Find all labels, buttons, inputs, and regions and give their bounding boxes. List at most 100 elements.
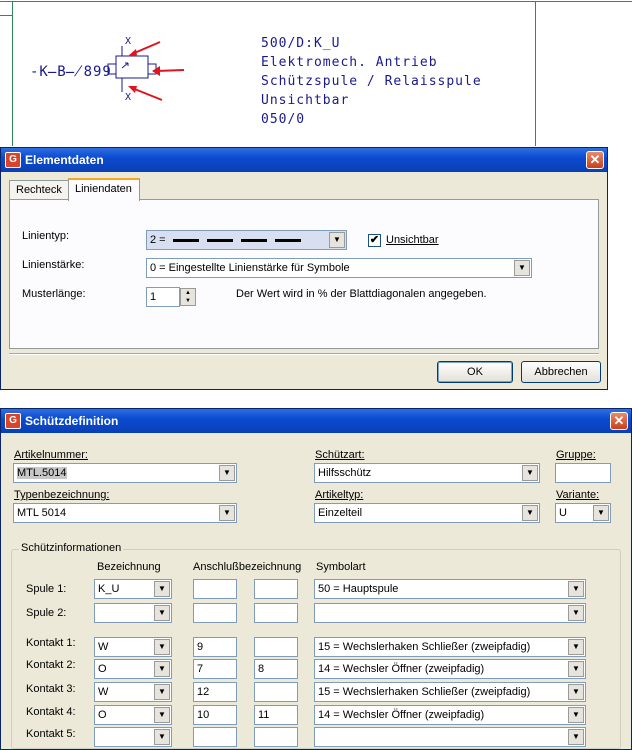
close-icon[interactable]: ✕ [610, 412, 628, 430]
artikeltyp-select[interactable]: Einzelteil ▼ [314, 503, 540, 523]
chevron-down-icon[interactable]: ▼ [522, 465, 538, 481]
linienstaerke-select[interactable]: 0 = Eingestellte Linienstärke für Symbol… [146, 258, 532, 278]
cad-grid-line [535, 1, 536, 146]
chevron-down-icon[interactable]: ▼ [568, 661, 584, 677]
schuetzdefinition-dialog: G Schützdefinition ✕ Artikelnummer: MTL.… [0, 408, 632, 750]
bezeichnung-select[interactable]: O ▼ [94, 659, 172, 679]
chevron-down-icon[interactable]: ▼ [568, 684, 584, 700]
liniendaten-panel: Linientyp: 2 = ▼ ✔ Unsichtbar Linienstär… [9, 199, 599, 349]
bezeichnung-select[interactable]: K_U ▼ [94, 579, 172, 599]
tab-liniendaten[interactable]: Liniendaten [68, 178, 140, 201]
chevron-down-icon[interactable]: ▼ [568, 707, 584, 723]
symbolart-select[interactable]: 15 = Wechslerhaken Schließer (zweipfadig… [314, 682, 586, 702]
dash-pattern [172, 234, 309, 246]
musterlaenge-spinner[interactable]: ▲ ▼ [180, 288, 196, 306]
anschluss-2-input[interactable]: 8 [254, 659, 298, 679]
chevron-down-icon[interactable]: ▼ [568, 581, 584, 597]
chevron-down-icon[interactable]: ▼ [514, 260, 530, 276]
chevron-down-icon[interactable]: ▼ [154, 605, 170, 621]
anschluss-1-input[interactable]: 10 [193, 705, 237, 725]
chevron-down-icon[interactable]: ▼ [154, 581, 170, 597]
anschluss-2-input[interactable]: 11 [254, 705, 298, 725]
bezeichnung-select[interactable]: ▼ [94, 603, 172, 623]
chevron-down-icon[interactable]: ▼ [154, 661, 170, 677]
linientyp-label: Linientyp: [22, 230, 70, 242]
anschluss-2-input[interactable] [254, 727, 298, 747]
anschluss-1-input[interactable]: 7 [193, 659, 237, 679]
dialog-title: Elementdaten [25, 153, 104, 167]
cad-info-line: 500/D:K_U [261, 36, 341, 51]
artikelnummer-select[interactable]: MTL.5014 ▼ [13, 463, 237, 483]
symbolart-select[interactable]: ▼ [314, 727, 586, 747]
chevron-down-icon[interactable]: ▼ [154, 684, 170, 700]
row-label: Kontakt 3: [26, 683, 76, 695]
chevron-down-icon[interactable]: ▼ [219, 465, 235, 481]
linientyp-select[interactable]: 2 = ▼ [146, 230, 347, 250]
chevron-down-icon[interactable]: ▼ [568, 639, 584, 655]
anschluss-2-input[interactable] [254, 637, 298, 657]
row-label: Kontakt 4: [26, 706, 76, 718]
cad-canvas[interactable]: -K̶B̶̸899 X X 500/D:K_U Elektromech. Ant… [0, 0, 632, 146]
row-label: Kontakt 5: [26, 728, 76, 740]
symbolart-select[interactable]: 14 = Wechsler Öffner (zweipfadig) ▼ [314, 705, 586, 725]
chevron-down-icon[interactable]: ▼ [219, 505, 235, 521]
anschluss-1-input[interactable] [193, 579, 237, 599]
musterlaenge-input[interactable]: 1 [146, 287, 180, 307]
close-icon[interactable]: ✕ [586, 151, 604, 169]
schuetzart-label: Schützart: [315, 449, 365, 461]
gruppe-input[interactable] [555, 463, 611, 483]
symbolart-select[interactable]: 15 = Wechslerhaken Schließer (zweipfadig… [314, 637, 586, 657]
anschluss-1-input[interactable] [193, 727, 237, 747]
symbolart-select[interactable]: ▼ [314, 603, 586, 623]
anschluss-2-input[interactable] [254, 682, 298, 702]
artikeltyp-value: Einzelteil [318, 507, 363, 519]
cad-info-line: 050/0 [261, 112, 306, 127]
cad-info-text: 500/D:K_U Elektromech. Antrieb Schützspu… [261, 34, 482, 129]
anschluss-1-input[interactable]: 9 [193, 637, 237, 657]
anschluss-2-input[interactable] [254, 603, 298, 623]
anschluss-2-input[interactable] [254, 579, 298, 599]
row-label: Spule 2: [26, 607, 67, 619]
chevron-down-icon[interactable]: ▼ [568, 605, 584, 621]
chevron-down-icon[interactable]: ▼ [154, 729, 170, 745]
bezeichnung-select[interactable]: ▼ [94, 727, 172, 747]
artikelnummer-value: MTL.5014 [17, 467, 67, 479]
symbolart-select[interactable]: 14 = Wechsler Öffner (zweipfadig) ▼ [314, 659, 586, 679]
linienstaerke-label: Linienstärke: [22, 259, 85, 271]
variante-value: U [559, 507, 567, 519]
chevron-down-icon[interactable]: ▼ [568, 729, 584, 745]
elementdaten-dialog: G Elementdaten ✕ Rechteck Liniendaten Li… [0, 147, 608, 390]
typenbezeichnung-select[interactable]: MTL 5014 ▼ [13, 503, 237, 523]
cad-info-line: Unsichtbar [261, 93, 350, 108]
cad-grid-line [0, 15, 12, 16]
artikelnummer-label: Artikelnummer: [14, 449, 88, 461]
bezeichnung-select[interactable]: O ▼ [94, 705, 172, 725]
chevron-down-icon[interactable]: ▼ [522, 505, 538, 521]
chevron-down-icon[interactable]: ▼ [154, 639, 170, 655]
app-icon: G [5, 413, 21, 429]
ok-button[interactable]: OK [437, 361, 513, 383]
variante-select[interactable]: U ▼ [555, 503, 611, 523]
cad-grid-line [0, 1, 632, 2]
elementdaten-titlebar[interactable]: G Elementdaten ✕ [1, 148, 607, 172]
symbol-label-bottom: X [125, 92, 131, 103]
linienstaerke-value: 0 = Eingestellte Linienstärke für Symbol… [150, 262, 350, 274]
anschluss-1-input[interactable] [193, 603, 237, 623]
unsichtbar-checkbox[interactable]: ✔ [368, 234, 381, 247]
tab-rechteck[interactable]: Rechteck [9, 180, 69, 200]
cancel-button[interactable]: Abbrechen [521, 361, 601, 383]
typenbezeichnung-label: Typenbezeichnung: [14, 489, 110, 501]
unsichtbar-label[interactable]: Unsichtbar [386, 234, 439, 246]
schuetzart-select[interactable]: Hilfsschütz ▼ [314, 463, 540, 483]
anschluss-1-input[interactable]: 12 [193, 682, 237, 702]
typenbezeichnung-value: MTL 5014 [17, 507, 67, 519]
bezeichnung-select[interactable]: W ▼ [94, 682, 172, 702]
footer-separator [9, 353, 599, 355]
chevron-down-icon[interactable]: ▼ [329, 232, 345, 248]
chevron-down-icon[interactable]: ▼ [154, 707, 170, 723]
schuetz-titlebar[interactable]: G Schützdefinition ✕ [1, 409, 631, 433]
row-label: Spule 1: [26, 583, 67, 595]
symbolart-select[interactable]: 50 = Hauptspule ▼ [314, 579, 586, 599]
chevron-down-icon[interactable]: ▼ [593, 505, 609, 521]
bezeichnung-select[interactable]: W ▼ [94, 637, 172, 657]
